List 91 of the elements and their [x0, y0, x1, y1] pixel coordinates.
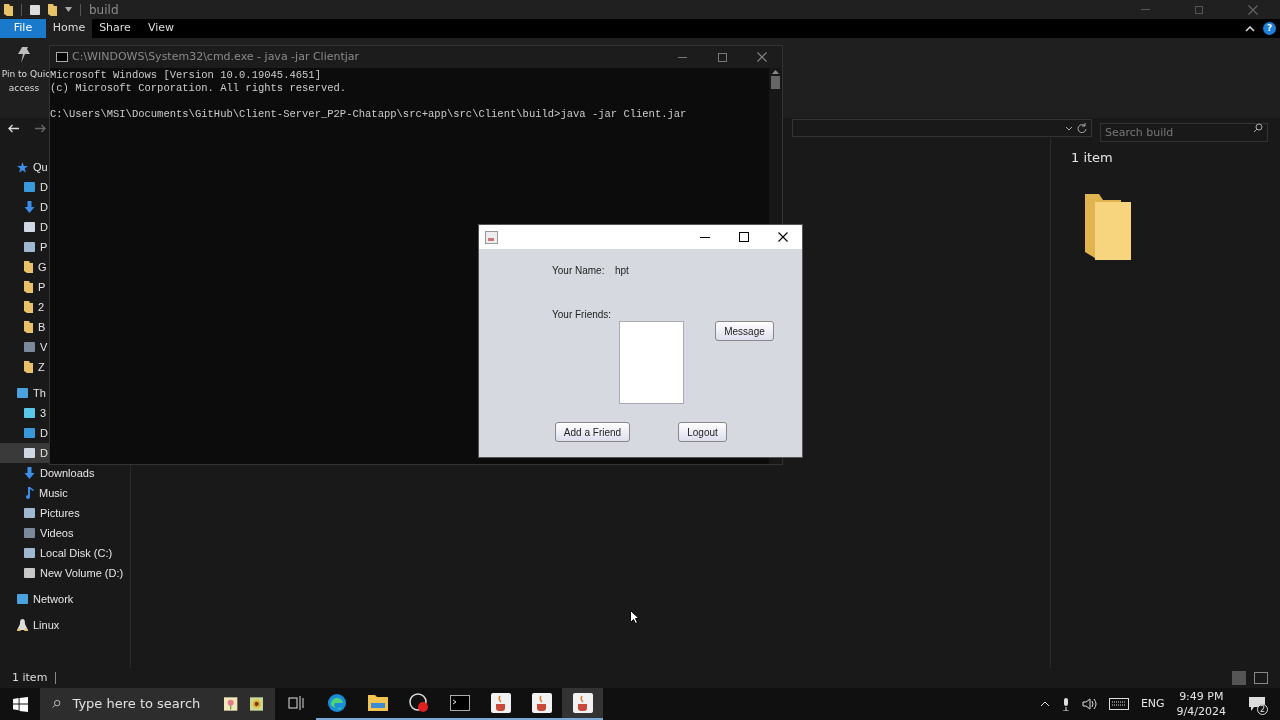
- folder-icon: [1085, 191, 1131, 262]
- nav-item[interactable]: D: [0, 423, 49, 443]
- nav-item[interactable]: D: [0, 197, 49, 217]
- nav-item[interactable]: Videos: [0, 523, 75, 543]
- arrow-down-icon: [24, 201, 35, 213]
- help-icon[interactable]: ?: [1263, 22, 1276, 35]
- task-view-icon: [287, 696, 304, 710]
- pin-icon[interactable]: [16, 46, 32, 64]
- keyboard-icon[interactable]: [1108, 698, 1129, 710]
- logout-button[interactable]: Logout: [678, 422, 727, 442]
- folder-icon: [24, 261, 33, 273]
- folder-icon[interactable]: [48, 3, 57, 16]
- nav-item[interactable]: G: [0, 257, 48, 277]
- caret-icon[interactable]: [65, 7, 72, 12]
- folder-icon: [24, 321, 33, 333]
- pin-label: access: [8, 81, 40, 95]
- forward-icon[interactable]: [35, 123, 46, 133]
- close-icon: [777, 232, 788, 242]
- nav-item[interactable]: Music: [0, 483, 69, 503]
- windows-logo-icon: [12, 696, 28, 712]
- search-field[interactable]: Search build: [1100, 122, 1268, 142]
- record-icon: [408, 693, 429, 713]
- nav-item[interactable]: Pictures: [0, 503, 81, 523]
- ribbon-tab[interactable]: File: [0, 19, 46, 38]
- language-indicator[interactable]: ENG: [1140, 695, 1165, 713]
- chevron-up-icon[interactable]: [1039, 701, 1050, 707]
- folder-icon: [24, 281, 33, 293]
- add-friend-button[interactable]: Add a Friend: [555, 422, 630, 442]
- window-title: C:\WINDOWS\System32\cmd.exe - java -jar Clientjar: [72, 48, 360, 65]
- window-title: build: [89, 1, 119, 19]
- nav-item[interactable]: Downloads: [0, 463, 96, 483]
- music-note-icon: [24, 487, 34, 499]
- nav-item[interactable]: 3: [0, 403, 48, 423]
- nav-item[interactable]: 2: [0, 297, 46, 317]
- star-icon: [17, 161, 28, 173]
- clock[interactable]: 9:49 PM 9/4/2024: [1176, 689, 1226, 719]
- status-text: 1 item: [12, 669, 48, 686]
- nav-item[interactable]: V: [0, 337, 49, 357]
- notification-button[interactable]: 2: [1246, 693, 1268, 715]
- ribbon-tab[interactable]: View: [138, 19, 184, 38]
- nav-item[interactable]: Linux: [0, 615, 60, 635]
- folder-icon: [24, 301, 33, 313]
- friends-label: Your Friends:: [552, 308, 612, 322]
- close-icon: [1248, 4, 1258, 15]
- console-line: Microsoft Windows [Version 10.0.19045.4651]: [50, 69, 322, 82]
- nav-item[interactable]: D: [0, 217, 49, 237]
- terminal-icon: [449, 695, 470, 711]
- item-count: 1 item: [1071, 149, 1114, 167]
- close-icon: [757, 52, 767, 62]
- nav-item[interactable]: New Volume (D:): [0, 563, 125, 583]
- back-icon[interactable]: [8, 123, 19, 133]
- folder-icon: [4, 3, 13, 16]
- name-label: Your Name:: [552, 264, 605, 278]
- search-icon: [52, 697, 61, 711]
- nav-item[interactable]: P: [0, 277, 47, 297]
- nav-item[interactable]: P: [0, 237, 49, 257]
- nav-item[interactable]: B: [0, 317, 47, 337]
- search-icon[interactable]: [1253, 122, 1263, 133]
- mouse-cursor-icon: [630, 610, 639, 624]
- taskbar-app[interactable]: [562, 688, 603, 720]
- folder-icon: [367, 695, 388, 711]
- console-line: C:\Users\MSI\Documents\GitHub\Client-Server_P2P-Chatapp\src+app\src\Client\build>java -jar Client.jar: [50, 108, 688, 121]
- name-value: hpt: [615, 264, 629, 278]
- speaker-icon[interactable]: [1081, 698, 1097, 710]
- terminal-icon: [56, 52, 68, 62]
- nav-item[interactable]: Z: [0, 357, 46, 377]
- address-field[interactable]: [792, 119, 1092, 137]
- console-line: (c) Microsoft Corporation. All rights reserved.: [50, 82, 348, 95]
- ribbon-tab[interactable]: Home: [46, 19, 92, 38]
- nav-item[interactable]: Qu: [0, 157, 48, 177]
- ribbon-tab[interactable]: Share: [92, 19, 138, 38]
- chevron-down-icon[interactable]: [1065, 125, 1073, 131]
- nav-item[interactable]: Network: [0, 589, 74, 609]
- pin-label: Pin to Quic: [1, 68, 51, 81]
- nav-item[interactable]: D: [0, 177, 49, 197]
- scrollbar-thumb[interactable]: [771, 76, 780, 89]
- chevron-up-icon[interactable]: [1245, 25, 1255, 32]
- nav-item[interactable]: Local Disk (C:): [0, 543, 114, 563]
- browser-icon: [326, 693, 347, 713]
- folder-icon: [24, 361, 33, 373]
- message-button[interactable]: Message: [715, 321, 774, 341]
- penguin-icon: [17, 619, 28, 631]
- refresh-icon[interactable]: [1077, 123, 1087, 133]
- tiles-view-icon[interactable]: [1254, 672, 1268, 684]
- nav-item[interactable]: D: [0, 443, 49, 463]
- checkbox-icon[interactable]: [30, 4, 40, 15]
- arrow-down-icon: [24, 467, 35, 479]
- scroll-up-icon[interactable]: [772, 70, 779, 74]
- microphone-icon[interactable]: [1061, 697, 1070, 711]
- taskbar-search-field[interactable]: Type here to search: [40, 688, 275, 720]
- nav-item[interactable]: Th: [0, 383, 46, 403]
